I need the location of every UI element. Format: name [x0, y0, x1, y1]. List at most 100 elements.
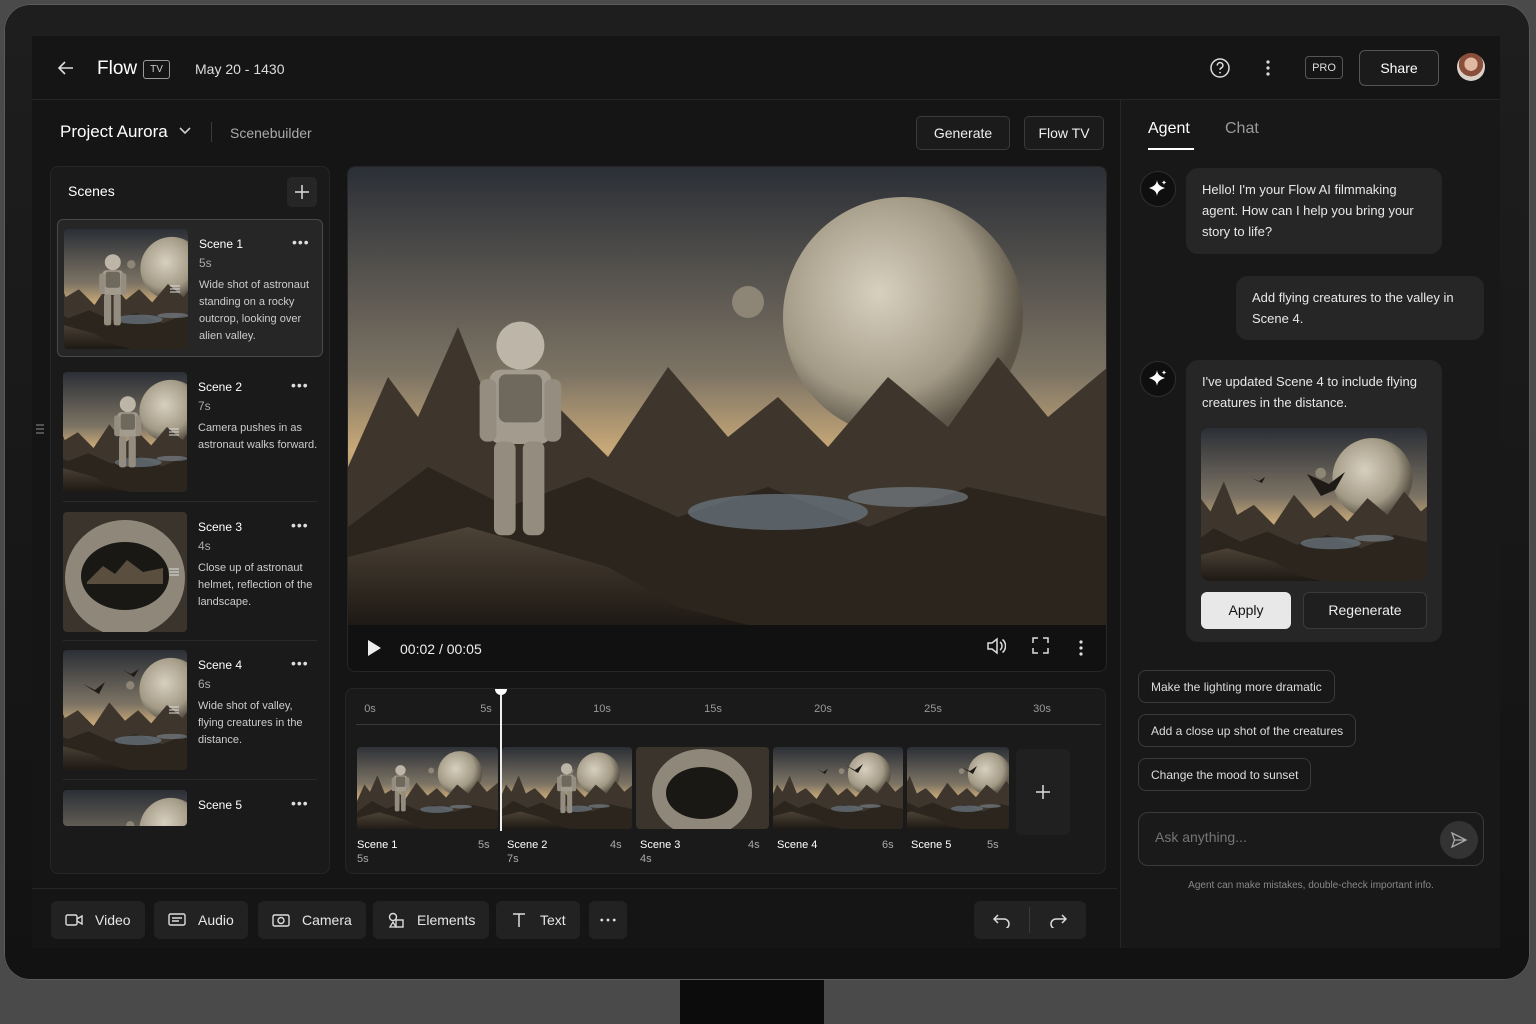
timeline-clip[interactable] [357, 747, 498, 829]
drag-handle-icon[interactable] [169, 705, 179, 715]
more-vertical-icon[interactable] [1258, 56, 1278, 80]
clip-duration: 5s [478, 839, 490, 851]
elements-tool-button[interactable]: Elements [373, 901, 490, 939]
clip-label: Scene 2 [507, 839, 548, 851]
scene-description: Close up of astronaut helmet, reflection… [198, 562, 313, 608]
timeline-clip[interactable] [636, 747, 769, 829]
add-clip-button[interactable] [1016, 749, 1070, 835]
clip-sub-duration: 4s [640, 853, 652, 865]
clip-label: Scene 4 [777, 839, 818, 851]
playhead-knob[interactable] [495, 689, 507, 695]
tab-chat[interactable]: Chat [1225, 120, 1259, 138]
apply-button[interactable]: Apply [1201, 592, 1291, 629]
user-message-text: Add flying creatures to the valley in Sc… [1252, 290, 1454, 326]
scene-more-icon[interactable]: ••• [291, 795, 309, 811]
timeline-clip[interactable] [502, 747, 632, 829]
breadcrumb-scenebuilder[interactable]: Scenebuilder [230, 125, 312, 141]
pro-badge: PRO [1305, 56, 1343, 79]
scene-more-icon[interactable]: ••• [291, 517, 309, 533]
sparkle-icon [1140, 171, 1176, 207]
share-button[interactable]: Share [1359, 50, 1439, 86]
fullscreen-icon[interactable] [1032, 637, 1049, 654]
scene-card[interactable]: Scene 2 7s Camera pushes in as astronaut… [57, 363, 323, 492]
generate-button[interactable]: Generate [916, 116, 1010, 150]
scene-description: Wide shot of astronaut standing on a roc… [199, 279, 310, 342]
user-message: Add flying creatures to the valley in Sc… [1236, 276, 1484, 340]
video-player[interactable]: 00:02 / 00:05 [347, 166, 1107, 672]
redo-icon[interactable] [1030, 901, 1086, 939]
timeline[interactable]: 0s 5s 10s 15s 20s 25s 30s Scene 1 5s 5s … [345, 688, 1106, 874]
suggestion-chip[interactable]: Change the mood to sunset [1138, 758, 1312, 791]
drag-handle-icon[interactable] [169, 427, 179, 437]
scene-duration: 6s [198, 677, 211, 691]
audio-tool-button[interactable]: Audio [154, 901, 248, 939]
drag-handle-icon[interactable] [170, 284, 180, 294]
scene-preview-image[interactable] [1201, 428, 1427, 581]
timeline-clip[interactable] [773, 747, 903, 829]
suggestion-chip[interactable]: Add a close up shot of the creatures [1138, 714, 1357, 747]
tick-label: 10s [593, 703, 611, 715]
play-icon[interactable] [366, 639, 382, 657]
chevron-down-icon[interactable] [178, 124, 192, 138]
volume-icon[interactable] [986, 637, 1006, 655]
camera-tool-button[interactable]: Camera [258, 901, 366, 939]
send-icon[interactable] [1440, 821, 1478, 859]
divider [63, 501, 317, 502]
project-title[interactable]: Project Aurora [60, 122, 168, 142]
video-tool-button[interactable]: Video [51, 901, 145, 939]
scene-name: Scene 4 [198, 658, 243, 672]
playhead[interactable] [495, 689, 507, 831]
more-tools-button[interactable] [589, 901, 627, 939]
bottom-toolbar: Video Audio Camera Elements Text [32, 888, 1117, 948]
scene-more-icon[interactable]: ••• [291, 655, 309, 671]
audio-icon [168, 913, 186, 926]
tick-label: 20s [814, 703, 832, 715]
panel-resize-handle-icon[interactable] [36, 424, 44, 434]
active-tab-indicator [1148, 148, 1194, 150]
scene-card[interactable]: Scene 4 6s Wide shot of valley, flying c… [57, 641, 323, 770]
time-separator: / [438, 641, 443, 657]
tv-badge: TV [143, 60, 170, 79]
project-date: May 20 - 1430 [195, 61, 285, 77]
divider [211, 122, 212, 142]
more-horizontal-icon [600, 918, 616, 922]
tab-agent[interactable]: Agent [1148, 120, 1190, 138]
timeline-clip[interactable] [907, 747, 1009, 829]
elements-tool-label: Elements [417, 912, 476, 928]
clip-sub-duration: 5s [357, 853, 369, 865]
undo-icon[interactable] [974, 901, 1030, 939]
tick-label: 5s [480, 703, 492, 715]
regenerate-button[interactable]: Regenerate [1303, 592, 1427, 629]
drag-handle-icon[interactable] [169, 567, 179, 577]
monitor-stand [680, 980, 824, 1024]
scenes-panel: Scenes Scene 1 5s Wide shot of astronaut… [50, 166, 330, 874]
text-tool-button[interactable]: Text [496, 901, 580, 939]
player-more-icon[interactable] [1078, 639, 1084, 657]
agent-message: Hello! I'm your Flow AI filmmaking agent… [1186, 168, 1442, 254]
ask-input-container[interactable] [1138, 812, 1484, 866]
scene-duration: 5s [199, 256, 212, 270]
current-time: 00:02 [400, 641, 436, 657]
flow-tv-button[interactable]: Flow TV [1024, 116, 1104, 150]
scene-name: Scene 5 [198, 798, 243, 812]
clip-duration: 6s [882, 839, 894, 851]
scene-duration: 4s [198, 539, 211, 553]
agent-panel: Agent Chat Hello! I'm your Flow AI filmm… [1120, 100, 1500, 948]
user-avatar[interactable] [1457, 53, 1485, 81]
help-icon[interactable] [1208, 56, 1232, 80]
app-window: Flow TV May 20 - 1430 PRO Share Project … [32, 36, 1500, 948]
text-icon [513, 913, 525, 927]
scene-card[interactable]: Scene 3 4s Close up of astronaut helmet,… [57, 503, 323, 632]
scene-card[interactable]: Scene 1 5s Wide shot of astronaut standi… [57, 219, 323, 357]
add-scene-button[interactable] [287, 177, 317, 207]
ask-input[interactable] [1155, 829, 1425, 845]
suggestion-chip[interactable]: Make the lighting more dramatic [1138, 670, 1335, 703]
scene-card[interactable]: Scene 5 ••• [57, 781, 323, 861]
scene-more-icon[interactable]: ••• [292, 234, 310, 250]
undo-redo-group [974, 901, 1086, 939]
scene-more-icon[interactable]: ••• [291, 377, 309, 393]
clip-label: Scene 5 [911, 839, 952, 851]
top-bar: Flow TV May 20 - 1430 PRO Share [32, 36, 1500, 100]
back-arrow-icon[interactable] [54, 56, 78, 80]
camera-tool-label: Camera [302, 912, 352, 928]
